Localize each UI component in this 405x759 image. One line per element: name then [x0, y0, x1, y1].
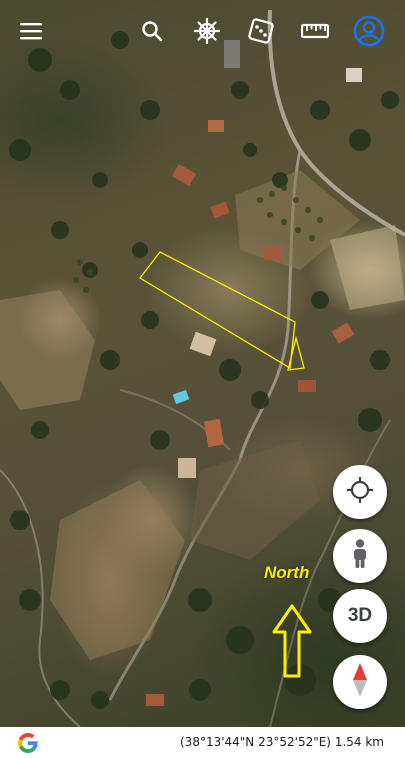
menu-icon[interactable]	[14, 14, 48, 48]
north-label: North	[264, 563, 310, 582]
coordinates-scale: (38°13'44"N 23°52'52"E) 1.54 km	[180, 735, 384, 749]
toolbar	[0, 0, 405, 62]
my-location-button[interactable]	[333, 465, 387, 519]
compass-button[interactable]	[333, 655, 387, 709]
google-g-icon	[16, 731, 40, 759]
pegman-icon	[351, 538, 369, 574]
account-icon[interactable]	[352, 14, 386, 48]
3d-view-button[interactable]: 3D	[333, 589, 387, 643]
search-icon[interactable]	[135, 14, 169, 48]
street-view-button[interactable]	[333, 529, 387, 583]
crosshair-icon	[346, 476, 374, 509]
compass-icon	[352, 662, 368, 702]
parcel-outline	[139, 251, 296, 370]
ship-wheel-icon[interactable]	[190, 14, 224, 48]
dice-icon[interactable]	[244, 14, 278, 48]
ruler-icon[interactable]	[298, 14, 332, 48]
north-arrow-icon	[272, 604, 312, 683]
3d-label: 3D	[347, 605, 373, 626]
